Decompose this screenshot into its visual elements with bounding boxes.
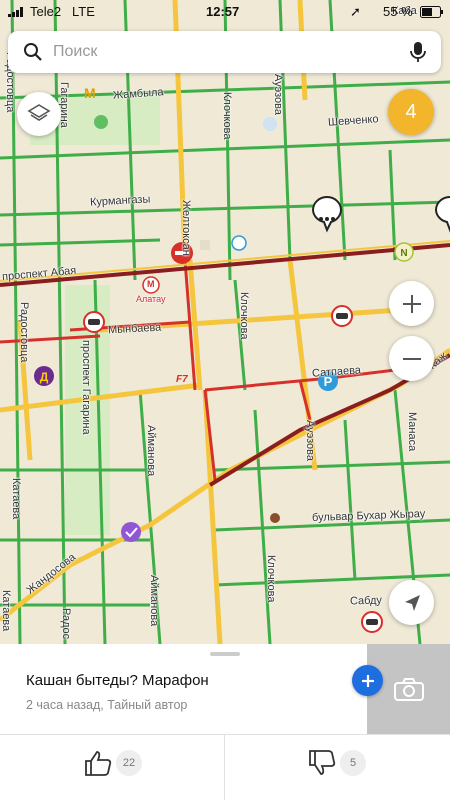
divider [0,734,450,735]
svg-text:M: M [84,85,96,101]
network-type: LTE [72,4,95,19]
street-label: проспект Гагарина [80,340,92,435]
metro-station-label: Алатау [136,294,166,304]
my-location-button[interactable] [389,580,434,625]
svg-text:N: N [400,248,407,259]
street-label: Катаева [0,590,12,632]
event-title: Кашан бытеды? Марафон [26,672,209,689]
street-label: Радостовца [18,302,30,363]
dislike-button[interactable]: 5 [308,750,366,776]
street-label: Ауэзова [304,420,316,461]
event-meta: 2 часа назад, Тайный автор [26,698,188,712]
zoom-in-button[interactable] [389,281,434,326]
minus-icon [402,357,421,360]
street-label: Айманова [145,425,157,477]
street-label: Катаева [10,478,22,520]
navigation-arrow-icon [404,594,420,611]
thumbs-down-icon [309,750,336,775]
svg-text:F7: F7 [176,374,188,385]
street-label: Ауэзова [272,74,284,115]
signal-icon [8,7,23,17]
street-label: Айманова [148,575,160,627]
battery-icon [420,6,443,18]
street-label: Сабду [349,594,383,608]
add-comment-button[interactable] [352,665,383,696]
drag-handle[interactable] [210,652,240,656]
plus-icon [402,294,421,313]
like-count: 22 [116,750,142,776]
plus-icon [361,674,374,687]
traffic-level-badge[interactable]: 4 [388,89,434,135]
divider [224,734,225,800]
layers-button[interactable] [17,92,61,136]
camera-icon [393,678,424,701]
street-label: Клочкова [221,92,233,140]
metro-icon: М [147,279,155,289]
battery-percent: 55 % [383,4,413,19]
street-label: Желтоксан [180,200,192,256]
street-label: Манаса [406,412,418,452]
street-label: Радос [60,608,72,640]
carrier-name: Tele2 [30,4,62,19]
map-view[interactable]: P Д N M F7 Жамбыла Шевченко Курмангазы п… [0,0,450,644]
microphone-icon[interactable] [410,41,426,63]
svg-text:Д: Д [40,370,49,384]
status-bar: Tele2 LTE 12:57 ➚ 55 % [0,0,450,24]
location-arrow-icon: ➚ [350,4,361,19]
chat-icon [311,196,343,233]
search-bar[interactable]: Поиск [8,31,441,73]
thumbs-up-icon [85,751,112,776]
layers-icon [27,104,51,121]
street-label: Клочкова [238,292,250,340]
search-input[interactable]: Поиск [53,43,97,61]
dislike-count: 5 [340,750,366,776]
street-label: Клочкова [265,555,277,603]
zoom-out-button[interactable] [389,336,434,381]
clock: 12:57 [206,4,240,19]
search-icon [24,43,42,61]
like-button[interactable]: 22 [84,750,142,776]
